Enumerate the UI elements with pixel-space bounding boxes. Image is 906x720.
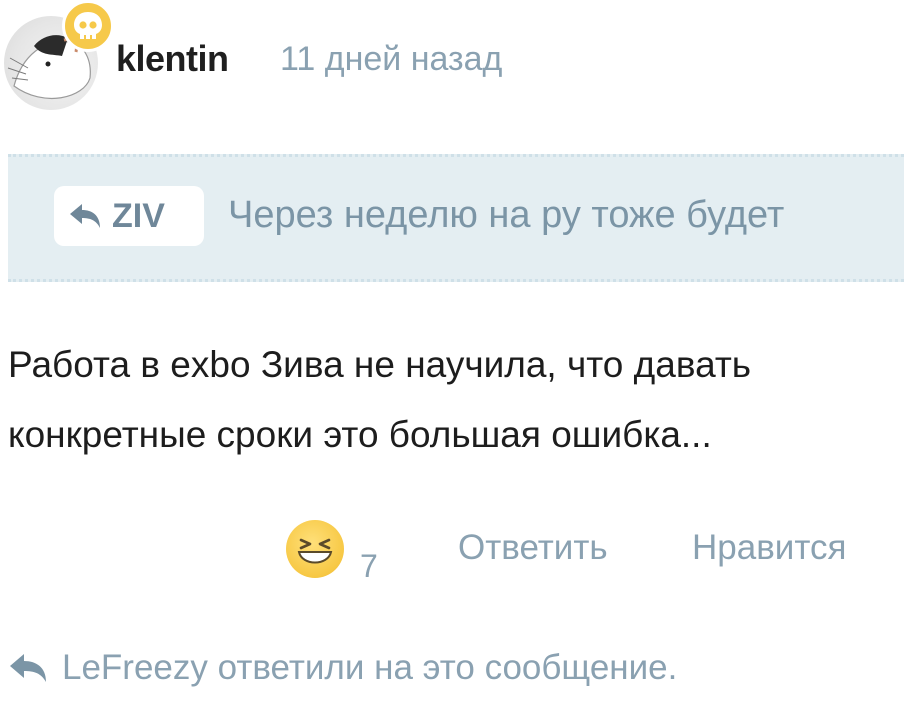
replies-notice[interactable]: LeFreezy ответили на это сообщение.: [8, 646, 677, 690]
reply-arrow-icon: [70, 204, 100, 228]
quote-author-name: ZIV: [112, 196, 165, 235]
like-button[interactable]: Нравится: [692, 528, 846, 568]
timestamp: 11 дней назад: [280, 40, 503, 78]
reaction-button[interactable]: [286, 520, 344, 578]
author-name[interactable]: klentin: [116, 38, 229, 80]
laughing-emoji-icon: [297, 538, 333, 564]
quote-text: Через неделю на ру тоже будет: [228, 194, 785, 236]
reply-button[interactable]: Ответить: [458, 528, 608, 568]
skull-icon: [74, 12, 102, 39]
comment-body-line: конкретные сроки это большая ошибка...: [8, 414, 712, 455]
comment-body: Работа в exbo Зива не научила, что дават…: [8, 330, 888, 470]
quote-author-chip[interactable]: ZIV: [54, 186, 204, 246]
reply-arrow-icon: [10, 654, 46, 682]
reaction-count: 7: [360, 548, 378, 584]
skull-badge: [62, 0, 114, 52]
comment-body-line: Работа в exbo Зива не научила, что дават…: [8, 344, 752, 385]
replies-notice-text: LeFreezy ответили на это сообщение.: [62, 648, 678, 687]
